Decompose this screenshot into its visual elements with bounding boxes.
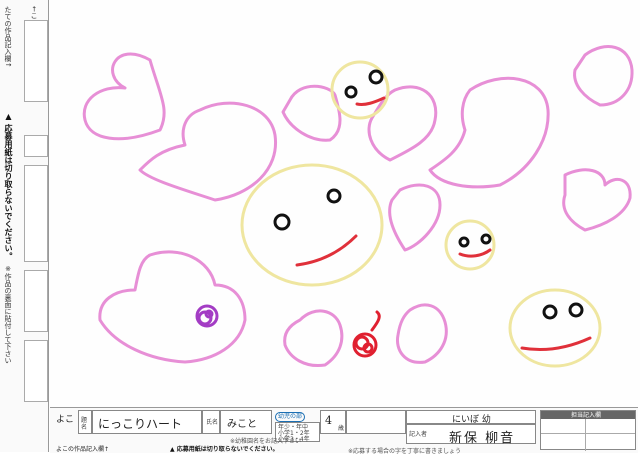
title-value: にっこりハート — [98, 417, 183, 431]
smile — [295, 234, 358, 267]
name-label-cell: 氏名 — [202, 410, 220, 434]
heart-left-big — [138, 101, 278, 202]
face-center — [240, 163, 384, 287]
left-box-bottom — [24, 340, 48, 402]
eye-group — [273, 69, 584, 320]
left-box-mid — [24, 165, 48, 262]
heart-mid-right — [367, 85, 438, 162]
left-box-small — [24, 135, 48, 157]
staff-title: 担当記入欄 — [571, 412, 602, 419]
eye — [542, 304, 558, 320]
eye — [344, 85, 358, 99]
name-value: みこと — [227, 419, 257, 430]
face-small — [444, 219, 496, 271]
crayon-drawing — [82, 45, 634, 368]
title-label: 題名 — [81, 417, 88, 431]
entry-sheet: ←ここ たての作品記入欄↑ ▲ 応募用紙は切り取らないでください。 ※作品の裏面… — [0, 0, 640, 455]
left-form-strip: ←ここ たての作品記入欄↑ ▲ 応募用紙は切り取らないでください。 ※作品の裏面… — [0, 0, 49, 452]
eye — [480, 233, 492, 245]
smile — [520, 336, 592, 352]
footer-note: ※応募する場合の字を丁寧に書きましょう — [348, 448, 462, 455]
recorder-label: 記入者 — [409, 431, 428, 438]
eye — [326, 188, 342, 204]
age-field[interactable]: 4 歳 — [320, 410, 346, 434]
left-note: ※作品の裏面に貼付して下さい — [4, 265, 12, 364]
title-field[interactable]: にっこりハート — [92, 410, 202, 434]
eye — [568, 302, 584, 318]
title-label-cell: 題名 — [78, 410, 92, 434]
eye — [458, 236, 470, 248]
heart-center-small — [388, 183, 442, 252]
grade-box — [346, 410, 406, 434]
name-label: 氏名 — [206, 419, 219, 426]
smile — [458, 248, 492, 258]
face-top — [330, 60, 390, 120]
heart-bottom-mid — [283, 309, 344, 368]
left-warning: ▲ 応募用紙は切り取らないでください。 — [4, 112, 13, 260]
age-label: 歳 — [338, 425, 345, 432]
address-field[interactable]: 記入者 新保 柳音 — [406, 424, 536, 446]
face-bottom-right — [508, 288, 602, 368]
left-box-top — [24, 20, 48, 102]
name-field[interactable]: みこと — [220, 410, 272, 434]
address-value: 新保 柳音 — [449, 431, 516, 446]
heart-right-mid — [562, 168, 632, 232]
eye — [273, 213, 291, 231]
staff-box: 担当記入欄 — [540, 410, 636, 451]
heart-top-right — [573, 45, 634, 107]
category-stamp: 幼児の部 — [275, 412, 306, 422]
heart-bottom-left — [98, 250, 247, 364]
school-field[interactable]: にいぼ 幼 — [406, 410, 536, 425]
left-box-lower — [24, 270, 48, 332]
left-title: たての作品記入欄↑ — [4, 6, 12, 68]
eye — [368, 69, 384, 85]
bottom-form-strip: よこ ↓ 題名 にっこりハート 氏名 みこと 幼児の部 年少・年中 小学1・2年… — [50, 407, 638, 455]
purple-flower — [195, 304, 219, 328]
heart-right-big — [428, 76, 550, 189]
age-value: 4 — [325, 414, 332, 427]
heart-bottom-center — [395, 303, 448, 364]
heart-top-left — [82, 52, 166, 141]
red-flower — [352, 310, 381, 358]
